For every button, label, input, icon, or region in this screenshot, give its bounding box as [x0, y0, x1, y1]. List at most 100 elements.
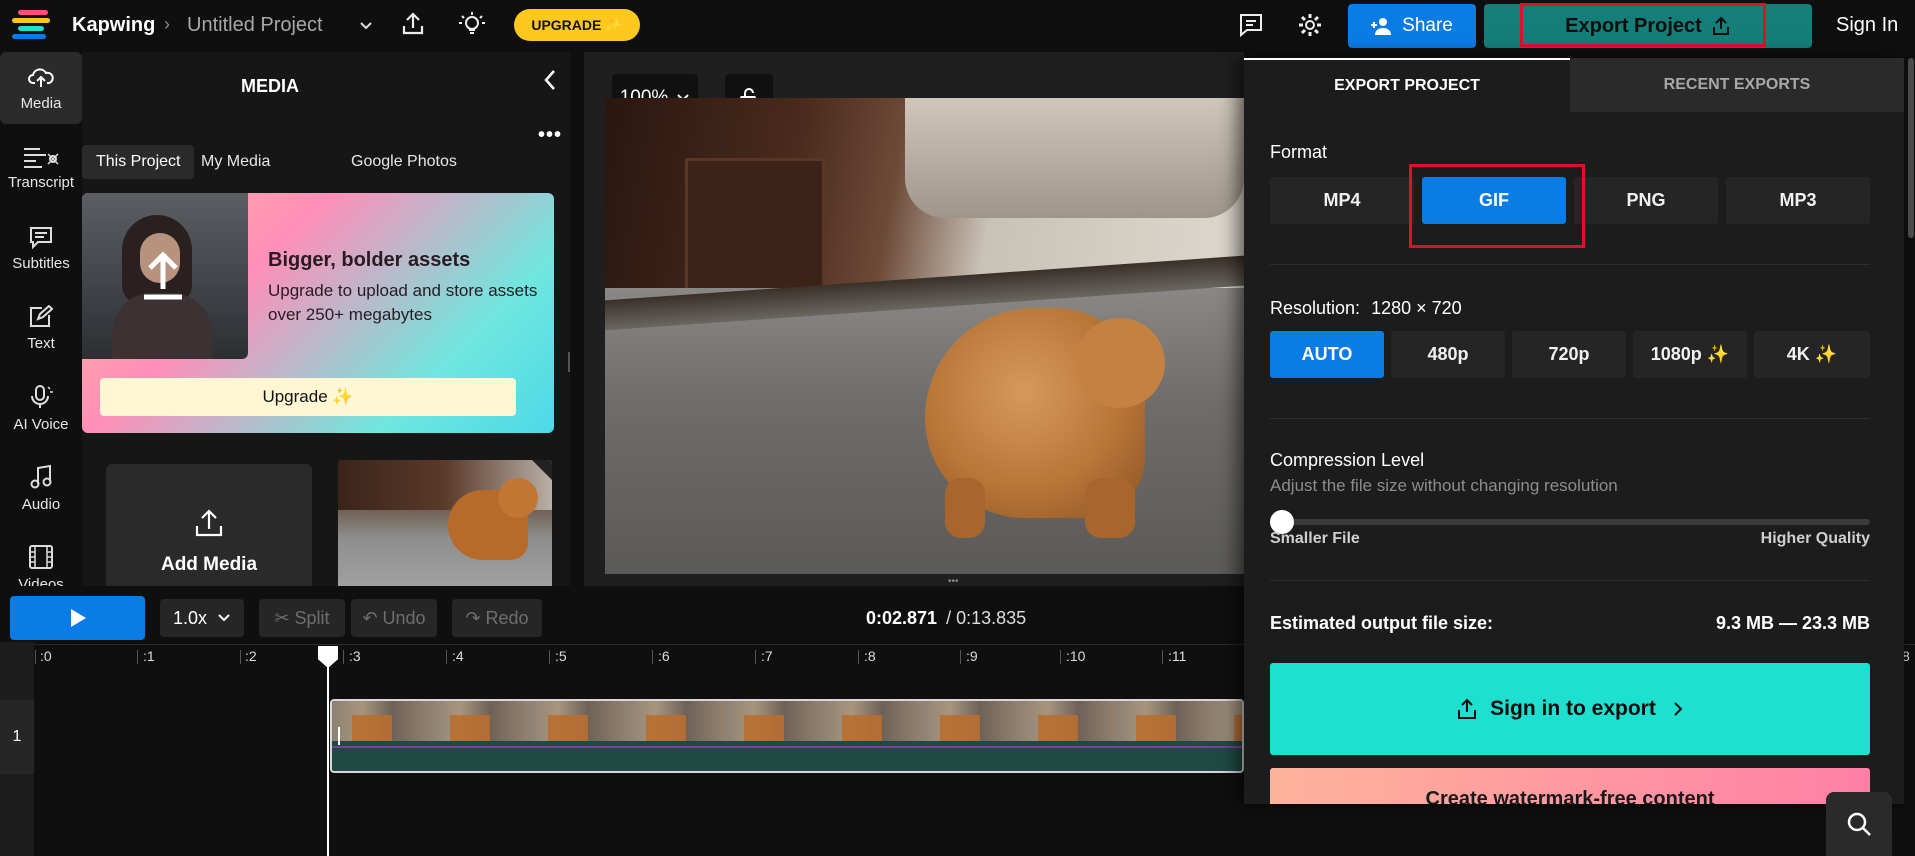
ruler-tick: :6	[658, 648, 670, 664]
export-highlight-box	[1520, 3, 1766, 47]
video-preview-frame[interactable]	[605, 98, 1244, 574]
rail-item-audio[interactable]: Audio	[0, 452, 82, 524]
app-name[interactable]: Kapwing	[72, 14, 155, 37]
resolution-4k-button[interactable]: 4K ✨	[1754, 331, 1870, 378]
tab-google-photos[interactable]: Google Photos	[337, 145, 471, 179]
resolution-480p-button[interactable]: 480p	[1391, 331, 1505, 378]
microphone-icon	[31, 384, 53, 408]
split-label: Split	[294, 607, 330, 628]
rail-item-text[interactable]: Text	[0, 292, 82, 364]
comments-icon[interactable]	[1238, 12, 1264, 38]
rail-item-media[interactable]: Media	[0, 52, 82, 124]
share-upload-icon[interactable]	[400, 11, 426, 37]
upload-icon	[195, 509, 223, 537]
redo-button[interactable]: ↷ Redo	[452, 599, 542, 637]
more-options-icon[interactable]: •••	[538, 124, 562, 147]
slider-min-label: Smaller File	[1270, 530, 1360, 547]
rail-item-ai-voice[interactable]: AI Voice	[0, 372, 82, 444]
transcript-icon	[24, 147, 59, 168]
ruler-tick: :8	[864, 648, 876, 664]
resolution-label: Resolution: 1280 × 720	[1270, 298, 1462, 319]
rail-item-label: Subtitles	[12, 254, 70, 272]
rail-item-videos[interactable]: Videos	[0, 532, 82, 586]
video-clip[interactable]	[330, 699, 1244, 773]
rail-item-label: Text	[27, 334, 55, 352]
tab-this-project[interactable]: This Project	[82, 145, 195, 179]
promo-photo	[82, 193, 248, 359]
format-mp3-button[interactable]: MP3	[1726, 177, 1870, 224]
media-panel: MEDIA ••• This Project My Media Google P…	[82, 52, 570, 586]
tab-export-project[interactable]: EXPORT PROJECT	[1244, 58, 1570, 112]
rail-item-subtitles[interactable]: Subtitles	[0, 212, 82, 284]
resize-grip-icon[interactable]: •••	[948, 576, 960, 592]
undo-button[interactable]: ↶ Undo	[351, 599, 437, 637]
resolution-title: Resolution:	[1270, 298, 1361, 318]
track-number: 1	[0, 700, 34, 774]
format-mp4-button[interactable]: MP4	[1270, 177, 1414, 224]
sign-in-to-export-button[interactable]: Sign in to export	[1270, 663, 1870, 755]
undo-icon: ↶	[362, 607, 378, 628]
watermark-free-button[interactable]: Create watermark-free content	[1270, 768, 1870, 804]
promo-upgrade-button[interactable]: Upgrade ✨	[100, 378, 516, 416]
tab-recent-exports[interactable]: RECENT EXPORTS	[1570, 58, 1904, 112]
ruler-tick: :2	[245, 648, 257, 664]
rail-item-label: Media	[20, 94, 62, 112]
split-button[interactable]: ✂ Split	[259, 599, 345, 637]
sign-in-to-export-label: Sign in to export	[1490, 697, 1656, 720]
search-button[interactable]	[1826, 792, 1892, 856]
add-media-tile[interactable]: Add Media	[106, 464, 312, 586]
share-button[interactable]: Share	[1348, 4, 1476, 48]
share-label: Share	[1402, 15, 1453, 36]
ruler-tick: :11	[1168, 648, 1187, 664]
tab-my-media[interactable]: My Media	[187, 145, 284, 179]
panel-resize-handle[interactable]	[568, 352, 570, 372]
breadcrumb-separator-icon: ›	[164, 14, 170, 34]
playback-speed-dropdown[interactable]: 1.0x	[160, 599, 244, 637]
sign-in-link[interactable]: Sign In	[1836, 14, 1898, 37]
promo-body: Upgrade to upload and store assets over …	[268, 281, 538, 324]
export-scrollbar[interactable]	[1908, 58, 1914, 238]
music-note-icon	[30, 464, 52, 488]
compression-description: Adjust the file size without changing re…	[1270, 476, 1618, 495]
resolution-720p-button[interactable]: 720p	[1512, 331, 1626, 378]
ruler-tick: :7	[761, 648, 773, 664]
scissors-icon: ✂	[274, 607, 290, 628]
upgrade-button[interactable]: UPGRADE ✨	[514, 9, 640, 41]
promo-heading: Bigger, bolder assets	[268, 249, 471, 271]
top-bar: Kapwing › Untitled Project UPGRADE ✨ Sha…	[0, 0, 1915, 52]
resolution-1080p-button[interactable]: 1080p ✨	[1633, 331, 1747, 378]
rail-item-label: Videos	[18, 575, 64, 587]
rail-item-label: AI Voice	[13, 415, 69, 433]
project-title[interactable]: Untitled Project	[187, 14, 323, 37]
play-icon	[70, 609, 86, 627]
media-panel-title: MEDIA	[241, 76, 299, 96]
left-rail: Media Transcript Subtitles Text AI Voice…	[0, 52, 82, 586]
slider-max-label: Higher Quality	[1760, 530, 1870, 547]
format-png-button[interactable]: PNG	[1574, 177, 1718, 224]
play-button[interactable]	[10, 596, 145, 640]
video-thumbnail[interactable]	[338, 460, 552, 586]
export-upload-icon	[1458, 698, 1477, 719]
export-panel: EXPORT PROJECT RECENT EXPORTS Format MP4…	[1244, 58, 1904, 804]
total-time: / 0:13.835	[946, 608, 1027, 628]
collapse-panel-chevron-icon[interactable]	[542, 68, 558, 92]
resolution-value: 1280 × 720	[1371, 298, 1462, 318]
ruler-tick: :10	[1066, 648, 1086, 664]
rail-item-transcript[interactable]: Transcript	[0, 132, 82, 204]
upload-arrow-icon	[144, 251, 182, 300]
resolution-auto-button[interactable]: AUTO	[1270, 331, 1384, 378]
compression-label: Compression Level	[1270, 450, 1425, 470]
compression-slider[interactable]	[1270, 519, 1870, 525]
clip-trim-handle[interactable]	[338, 727, 340, 745]
kapwing-logo-icon[interactable]	[12, 8, 56, 42]
playhead-line[interactable]	[327, 646, 329, 856]
rail-item-label: Audio	[21, 495, 61, 513]
preview-area: 100%	[584, 52, 1244, 586]
lightbulb-icon[interactable]	[458, 10, 486, 38]
chevron-down-icon[interactable]	[358, 18, 374, 34]
gif-highlight-box	[1409, 164, 1585, 248]
ruler-tick: :5	[555, 648, 567, 664]
playhead-handle-icon[interactable]	[318, 646, 338, 668]
settings-gear-icon[interactable]	[1297, 12, 1323, 38]
upload-cloud-icon	[28, 67, 54, 87]
